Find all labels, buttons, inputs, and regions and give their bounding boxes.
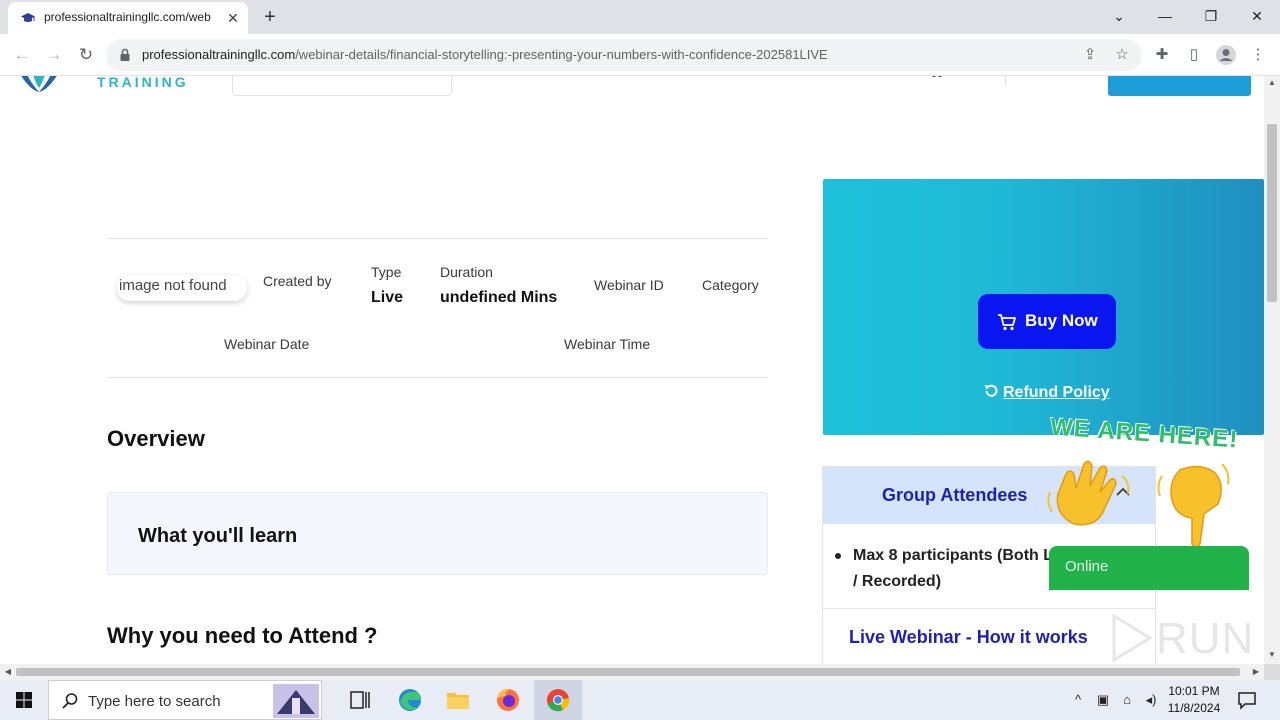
windows-start-icon[interactable] bbox=[0, 680, 48, 720]
duration-label: Duration bbox=[440, 264, 493, 280]
why-attend-heading: Why you need to Attend ? bbox=[107, 623, 378, 648]
type-value: Live bbox=[371, 289, 404, 306]
edge-browser-icon[interactable] bbox=[386, 680, 434, 720]
overview-heading: Overview bbox=[107, 426, 205, 451]
webinar-time-label: Webinar Time bbox=[564, 336, 651, 352]
search-icon bbox=[62, 693, 78, 709]
learn-heading: What you'll learn bbox=[138, 525, 298, 547]
scroll-down-icon[interactable]: ▼ bbox=[1264, 648, 1280, 662]
tray-device-icon[interactable]: ▣ bbox=[1093, 690, 1113, 710]
chat-widget[interactable]: WE ARE HERE! Online bbox=[1040, 413, 1260, 590]
webinar-meta: image not found Created by Type Live Dur… bbox=[107, 238, 768, 378]
group-divider bbox=[823, 608, 1155, 609]
firefox-icon[interactable] bbox=[484, 680, 532, 720]
header-cart-icon[interactable] bbox=[930, 76, 944, 78]
windows-taskbar: Type here to search ^ ▣ ⌂ ◂) 10:01 PM 11… bbox=[0, 680, 1280, 720]
watermark: RUN bbox=[1040, 610, 1265, 670]
vertical-scroll-thumb[interactable] bbox=[1267, 124, 1277, 302]
minimize-button[interactable]: — bbox=[1143, 2, 1187, 30]
undo-history-icon bbox=[984, 384, 998, 397]
cart-icon bbox=[998, 314, 1016, 331]
url-text: professionaltrainingllc.com/webinar-deta… bbox=[142, 47, 828, 62]
tray-overflow-icon[interactable]: ^ bbox=[1068, 690, 1088, 710]
clock-date: 11/8/2024 bbox=[1167, 701, 1221, 715]
close-window-button[interactable]: ✕ bbox=[1235, 2, 1279, 30]
tab-close-icon[interactable]: ✕ bbox=[224, 9, 242, 27]
header-divider bbox=[1005, 76, 1006, 86]
play-watermark-icon bbox=[1112, 614, 1153, 662]
site-logo-icon[interactable] bbox=[18, 76, 60, 96]
waving-hand-icon bbox=[1047, 460, 1130, 526]
horizontal-scrollbar[interactable]: ◀ ▶ bbox=[0, 664, 1264, 680]
taskbar-search-box[interactable]: Type here to search bbox=[48, 680, 322, 720]
volume-icon[interactable]: ◂) bbox=[1140, 690, 1162, 710]
watermark-text: RUN bbox=[1156, 614, 1255, 663]
scroll-up-icon[interactable]: ▲ bbox=[1264, 76, 1280, 90]
horizontal-scroll-thumb[interactable] bbox=[16, 668, 1240, 676]
reload-button[interactable]: ↻ bbox=[74, 43, 98, 67]
file-explorer-icon[interactable] bbox=[434, 680, 482, 720]
taskbar-search-placeholder: Type here to search bbox=[88, 693, 221, 710]
learn-panel: What you'll learn bbox=[107, 492, 768, 575]
side-panel-icon[interactable]: ▯ bbox=[1182, 43, 1206, 67]
created-by-label: Created by bbox=[263, 273, 332, 289]
notification-icon[interactable] bbox=[1236, 689, 1258, 711]
lock-icon bbox=[120, 48, 130, 61]
browser-menu-icon[interactable]: ⋮ bbox=[1246, 43, 1270, 67]
browser-tab[interactable]: professionaltrainingllc.com/web ✕ bbox=[8, 2, 248, 34]
scroll-left-icon[interactable]: ◀ bbox=[0, 664, 16, 680]
header-action-button[interactable] bbox=[1108, 76, 1251, 96]
online-status-bar[interactable]: Online bbox=[1049, 546, 1249, 590]
widget-headline: WE ARE HERE! bbox=[1049, 413, 1240, 454]
scrollbar-corner bbox=[1264, 664, 1280, 680]
category-label: Category bbox=[702, 277, 759, 293]
webinar-date-label: Webinar Date bbox=[224, 336, 310, 352]
search-highlight-icon bbox=[273, 684, 319, 718]
chrome-icon[interactable] bbox=[534, 680, 582, 720]
buy-now-label: Buy Now bbox=[1025, 311, 1098, 330]
extensions-puzzle-icon[interactable]: ✚ bbox=[1150, 43, 1174, 67]
vertical-scrollbar[interactable]: ▲ ▼ bbox=[1264, 76, 1280, 664]
instructor-image: image not found bbox=[117, 275, 247, 301]
clock-time: 10:01 PM bbox=[1168, 684, 1220, 698]
buy-now-button[interactable]: Buy Now bbox=[978, 294, 1116, 349]
browser-toolbar: ← → ↻ professionaltrainingllc.com/webina… bbox=[0, 34, 1280, 76]
profile-avatar-icon[interactable] bbox=[1214, 43, 1238, 67]
address-bar[interactable]: professionaltrainingllc.com/webinar-deta… bbox=[106, 39, 1142, 71]
bookmark-star-icon[interactable]: ☆ bbox=[1112, 45, 1132, 65]
browser-tab-strip: professionaltrainingllc.com/web ✕ + ⌄ — … bbox=[0, 0, 1280, 34]
network-icon[interactable]: ⌂ bbox=[1116, 690, 1138, 710]
tab-title: professionaltrainingllc.com/web bbox=[44, 10, 211, 24]
task-view-icon[interactable] bbox=[336, 680, 384, 720]
restore-button[interactable]: ❐ bbox=[1189, 2, 1233, 30]
type-label: Type bbox=[371, 264, 402, 280]
online-status-label: Online bbox=[1065, 558, 1109, 575]
new-tab-button[interactable]: + bbox=[258, 6, 282, 28]
refund-policy-link[interactable]: Refund Policy bbox=[983, 383, 1110, 402]
taskbar-clock[interactable]: 10:01 PM 11/8/2024 bbox=[1162, 683, 1226, 717]
scroll-right-icon[interactable]: ▶ bbox=[1248, 664, 1264, 680]
back-button[interactable]: ← bbox=[10, 43, 34, 67]
group-attendees-title: Group Attendees bbox=[882, 485, 1028, 505]
tab-search-icon[interactable]: ⌄ bbox=[1097, 2, 1141, 30]
duration-value: undefined Mins bbox=[440, 289, 558, 306]
share-icon[interactable]: ⇪ bbox=[1080, 45, 1100, 65]
site-search-input[interactable] bbox=[232, 76, 452, 96]
purchase-card: Buy Now Refund Policy bbox=[823, 179, 1264, 435]
forward-button[interactable]: → bbox=[42, 43, 66, 67]
site-logo-text[interactable]: TRAINING bbox=[97, 76, 189, 90]
graduation-cap-icon bbox=[21, 13, 35, 22]
pointing-hand-icon bbox=[1157, 463, 1230, 548]
webinar-id-label: Webinar ID bbox=[594, 277, 664, 293]
